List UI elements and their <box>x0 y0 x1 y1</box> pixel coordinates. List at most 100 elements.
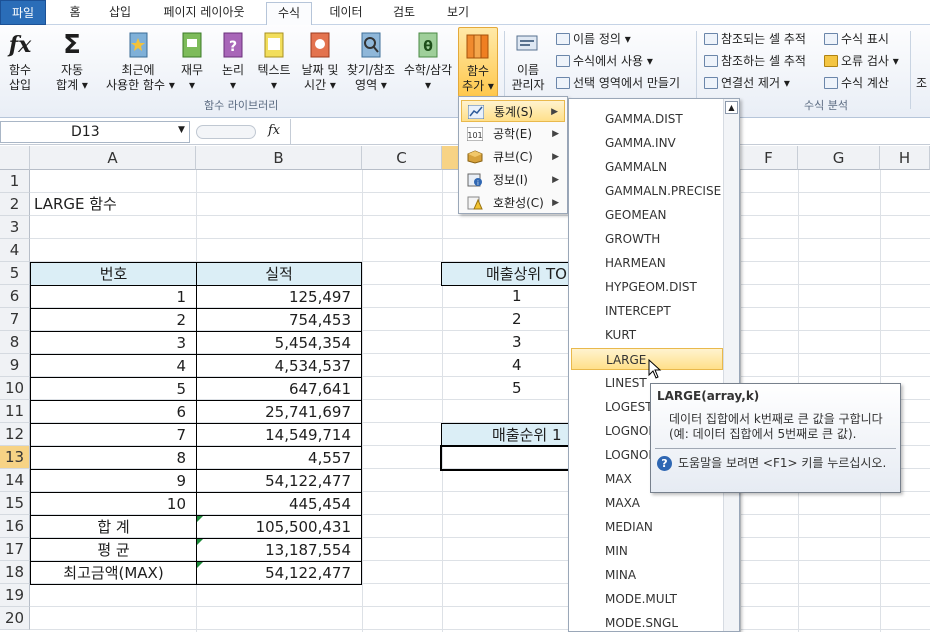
function-item[interactable]: INTERCEPT <box>571 300 723 322</box>
header-performance[interactable]: 실적 <box>196 262 362 286</box>
function-item[interactable]: MINA <box>571 564 723 586</box>
row-header[interactable]: 6 <box>0 285 30 308</box>
recently-used-button[interactable]: 최근에 사용한 함수 ▾ <box>106 27 175 93</box>
sheet-title[interactable]: LARGE 함수 <box>32 193 192 216</box>
create-from-selection-button[interactable]: 선택 영역에서 만들기 <box>556 73 680 93</box>
datetime-button[interactable]: 날짜 및 시간 ▾ <box>298 27 342 93</box>
number-cell[interactable]: 5 <box>30 377 197 401</box>
tab-data[interactable]: 데이터 <box>322 2 370 25</box>
define-name-button[interactable]: 이름 정의 ▾ <box>556 29 631 49</box>
row-header[interactable]: 14 <box>0 469 30 492</box>
rank-cell[interactable]: 5 <box>442 377 522 400</box>
use-in-formula-button[interactable]: 수식에서 사용 ▾ <box>556 51 653 71</box>
row-header[interactable]: 15 <box>0 492 30 515</box>
watch-window-button[interactable]: 조 <box>916 73 927 93</box>
row-header[interactable]: 8 <box>0 331 30 354</box>
performance-cell[interactable]: 125,497 <box>196 285 362 309</box>
function-item[interactable]: GAMMALN <box>571 156 723 178</box>
tab-insert[interactable]: 삽입 <box>102 2 138 25</box>
number-cell[interactable]: 9 <box>30 469 197 493</box>
insert-function-button[interactable]: fx 함수 삽입 <box>2 27 38 93</box>
rank-header[interactable]: 매출순위 1 <box>441 423 569 447</box>
performance-cell[interactable]: 25,741,697 <box>196 400 362 424</box>
name-box[interactable]: D13 <box>0 121 190 143</box>
rank-cell[interactable]: 2 <box>442 308 522 331</box>
menu-item-information[interactable]: i 정보(I) ▶ <box>461 169 565 191</box>
column-header[interactable]: B <box>196 146 362 170</box>
error-indicator[interactable] <box>197 539 203 545</box>
row-header[interactable]: 20 <box>0 607 30 630</box>
number-cell[interactable]: 4 <box>30 354 197 378</box>
function-item[interactable]: GAMMALN.PRECISE <box>571 180 723 202</box>
menu-item-engineering[interactable]: 101 공학(E) ▶ <box>461 123 565 145</box>
sum-value[interactable]: 105,500,431 <box>196 515 362 539</box>
function-item[interactable]: HYPGEOM.DIST <box>571 276 723 298</box>
rank-cell[interactable]: 3 <box>442 331 522 354</box>
performance-cell[interactable]: 445,454 <box>196 492 362 516</box>
number-cell[interactable]: 1 <box>30 285 197 309</box>
remove-arrows-button[interactable]: 연결선 제거 ▾ <box>704 73 790 93</box>
tab-formulas[interactable]: 수식 <box>266 2 312 26</box>
header-number[interactable]: 번호 <box>30 262 197 286</box>
function-item[interactable]: KURT <box>571 324 723 346</box>
function-item[interactable]: MAXA <box>571 492 723 514</box>
row-header[interactable]: 2 <box>0 193 30 216</box>
rank-cell[interactable]: 4 <box>442 354 522 377</box>
function-item[interactable]: LARGE <box>571 348 723 370</box>
row-header[interactable]: 4 <box>0 239 30 262</box>
trace-dependents-button[interactable]: 참조하는 셀 추적 <box>704 51 806 71</box>
average-value[interactable]: 13,187,554 <box>196 538 362 562</box>
financial-button[interactable]: 재무 ▾ <box>176 27 208 93</box>
column-header[interactable]: F <box>740 146 798 170</box>
fx-icon[interactable]: fx <box>268 123 280 138</box>
function-item[interactable]: GAMMA.DIST <box>571 108 723 130</box>
function-item[interactable]: MODE.MULT <box>571 588 723 610</box>
lookup-reference-button[interactable]: 찾기/참조 영역 ▾ <box>344 27 398 93</box>
menu-item-cube[interactable]: 큐브(C) ▶ <box>461 146 565 168</box>
tab-view[interactable]: 보기 <box>438 2 478 25</box>
row-header[interactable]: 16 <box>0 515 30 538</box>
number-cell[interactable]: 7 <box>30 423 197 447</box>
tab-file[interactable]: 파일 <box>0 0 46 25</box>
number-cell[interactable]: 10 <box>30 492 197 516</box>
function-item[interactable]: MODE.SNGL <box>571 612 723 631</box>
function-item[interactable]: GEOMEAN <box>571 204 723 226</box>
row-header[interactable]: 1 <box>0 170 30 193</box>
row-header[interactable]: 18 <box>0 561 30 584</box>
number-cell[interactable]: 3 <box>30 331 197 355</box>
max-label[interactable]: 최고금액(MAX) <box>30 561 197 585</box>
performance-cell[interactable]: 54,122,477 <box>196 469 362 493</box>
tab-review[interactable]: 검토 <box>384 2 424 25</box>
function-item[interactable]: MEDIAN <box>571 516 723 538</box>
column-header[interactable]: H <box>880 146 930 170</box>
function-item[interactable]: HARMEAN <box>571 252 723 274</box>
tab-page-layout[interactable]: 페이지 레이아웃 <box>154 2 254 25</box>
row-header[interactable]: 3 <box>0 216 30 239</box>
column-header[interactable]: C <box>362 146 442 170</box>
autosum-button[interactable]: Σ 자동 합계 ▾ <box>50 27 94 93</box>
number-cell[interactable]: 2 <box>30 308 197 332</box>
tab-home[interactable]: 홈 <box>62 2 88 25</box>
average-label[interactable]: 평 균 <box>30 538 197 562</box>
row-header[interactable]: 13 <box>0 446 30 469</box>
number-cell[interactable]: 6 <box>30 400 197 424</box>
trace-precedents-button[interactable]: 참조되는 셀 추적 <box>704 29 806 49</box>
name-manager-button[interactable]: 이름 관리자 <box>508 27 548 93</box>
row-header[interactable]: 10 <box>0 377 30 400</box>
scroll-up-icon[interactable]: ▲ <box>725 101 738 114</box>
submenu-scrollbar[interactable]: ▲ <box>723 99 739 631</box>
column-header[interactable]: G <box>798 146 880 170</box>
row-header[interactable]: 11 <box>0 400 30 423</box>
function-item[interactable]: MIN <box>571 540 723 562</box>
row-header[interactable]: 17 <box>0 538 30 561</box>
column-header[interactable]: A <box>30 146 196 170</box>
performance-cell[interactable]: 647,641 <box>196 377 362 401</box>
name-box-dropdown-icon[interactable]: ▼ <box>178 125 185 135</box>
rank-cell[interactable]: 1 <box>442 285 522 308</box>
show-formulas-button[interactable]: 수식 표시 <box>824 29 889 49</box>
logical-button[interactable]: ? 논리 ▾ <box>216 27 250 93</box>
function-item[interactable]: GAMMA.INV <box>571 132 723 154</box>
max-value[interactable]: 54,122,477 <box>196 561 362 585</box>
select-all-corner[interactable] <box>0 146 30 170</box>
evaluate-formula-button[interactable]: 수식 계산 <box>824 73 889 93</box>
